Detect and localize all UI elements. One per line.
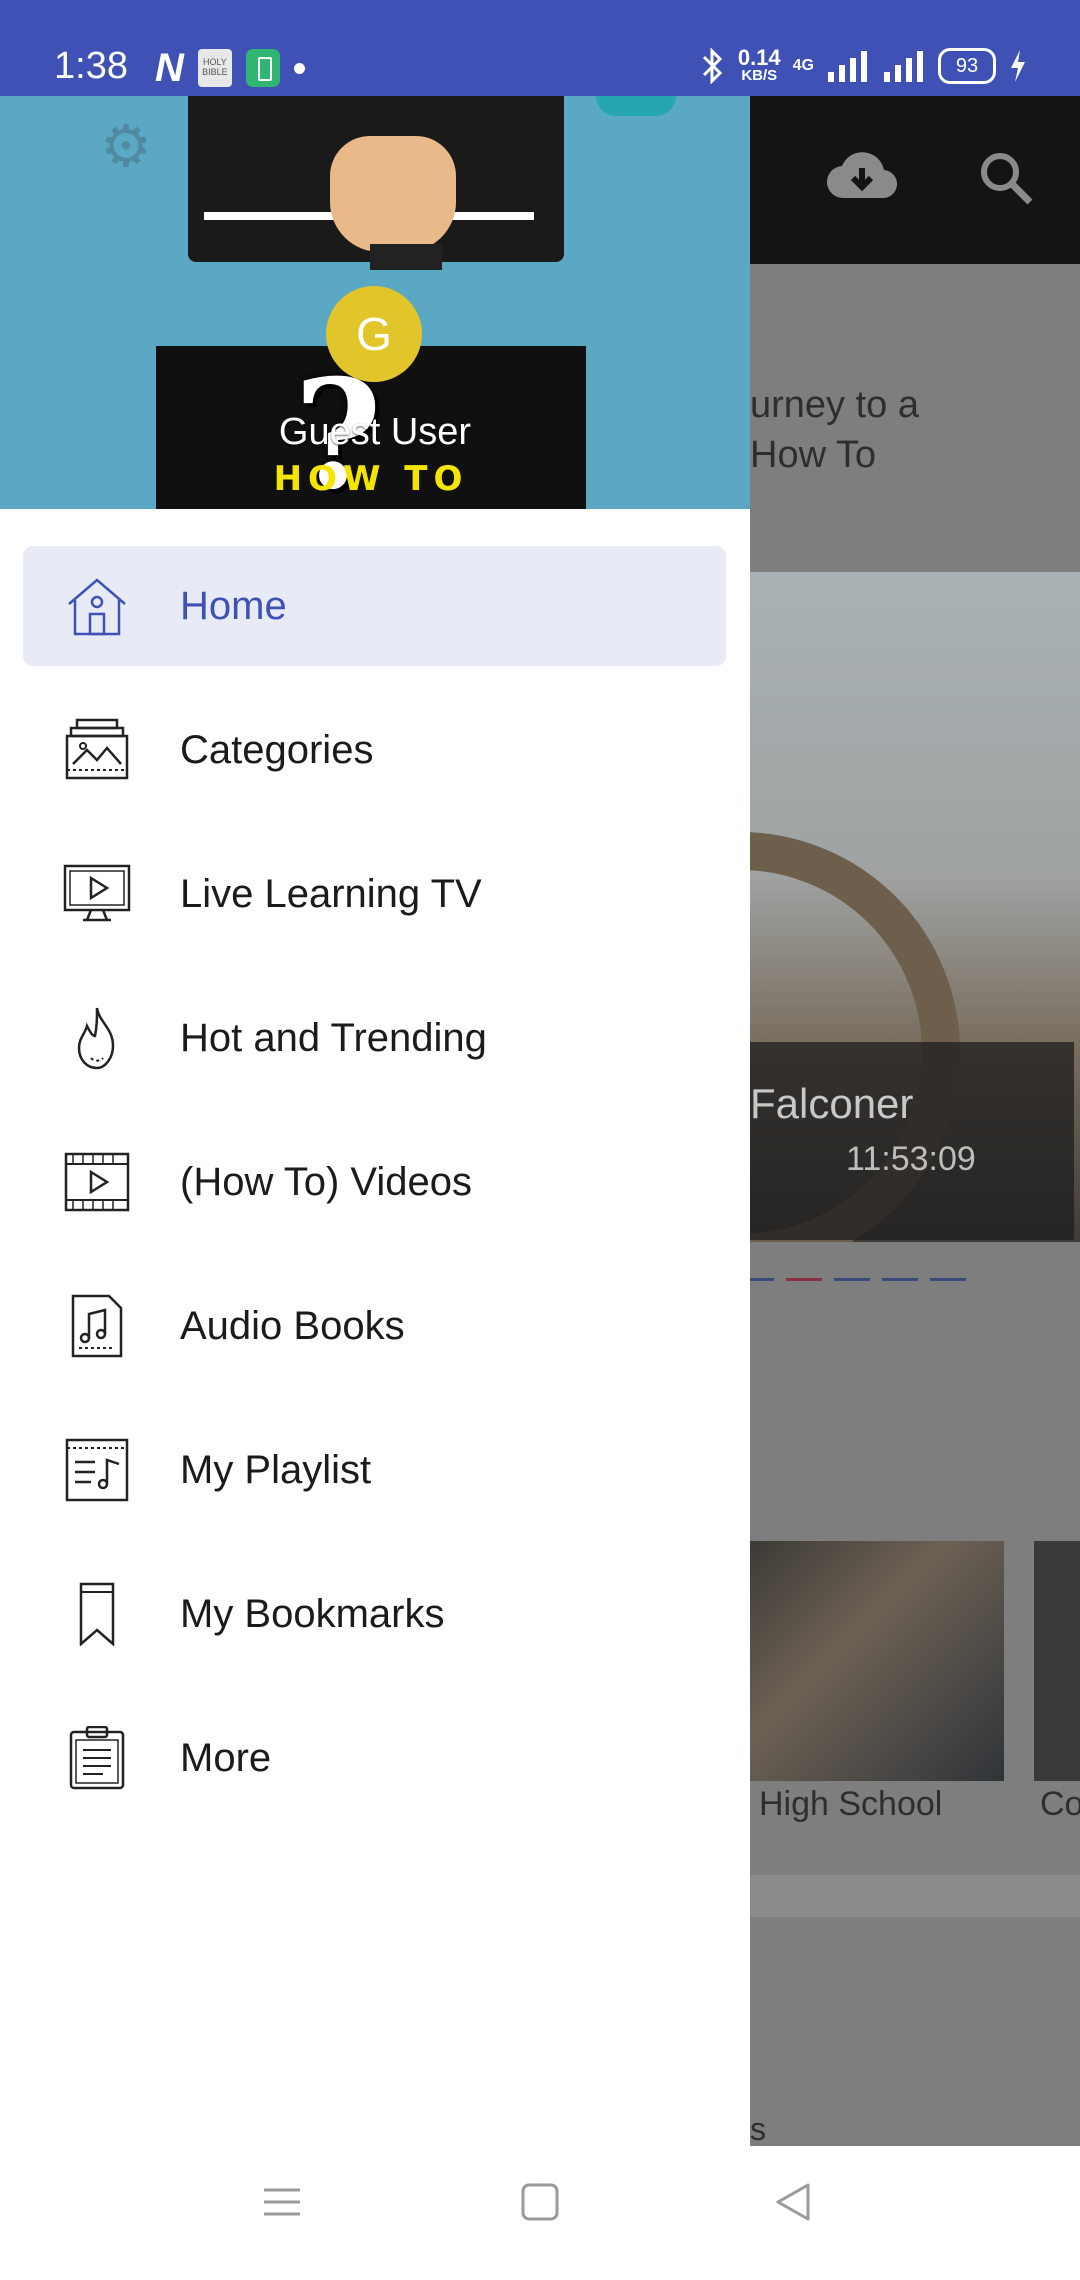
intro-text-line1: urney to a [750, 384, 919, 426]
intro-text-line2: How To [750, 434, 877, 476]
menu-item-label: More [180, 1736, 272, 1780]
pager-dot [834, 1278, 870, 1281]
search-icon[interactable] [978, 150, 1034, 206]
menu-item-live-learning-tv[interactable]: Live Learning TV [23, 834, 726, 954]
signal-icon [828, 51, 867, 82]
hand-illustration-cuff [370, 244, 442, 270]
category-thumbnail[interactable] [750, 1541, 1004, 1781]
menu-item-label: My Bookmarks [180, 1592, 445, 1636]
pager-dot [750, 1278, 774, 1281]
menu-item-home[interactable]: Home [23, 546, 726, 666]
section-divider [750, 1875, 1080, 1917]
battery-app-icon [245, 49, 280, 87]
menu-item-label: Live Learning TV [180, 872, 482, 916]
section-label: s [750, 2112, 766, 2146]
playlist-icon [65, 1438, 129, 1502]
gear-icon: ⚙ [100, 114, 152, 179]
bookmark-icon [79, 1582, 115, 1646]
holy-bible-icon: HOLY BIBLE [197, 49, 232, 87]
menu-item-audio-books[interactable]: Audio Books [23, 1266, 726, 1386]
back-nav-icon[interactable] [774, 2182, 814, 2222]
n-app-icon: N [155, 46, 184, 90]
home-icon [68, 578, 126, 636]
logo-text: HOW TO [273, 459, 469, 499]
bluetooth-icon [702, 48, 722, 84]
cloud-download-icon[interactable] [826, 150, 898, 202]
category-thumbnail[interactable] [1034, 1541, 1080, 1781]
network-speed: 0.14 KB/S [738, 47, 781, 84]
speech-bubble-illustration [596, 96, 676, 116]
menu-item-my-playlist[interactable]: My Playlist [23, 1410, 726, 1530]
menu-item-label: Hot and Trending [180, 1016, 487, 1060]
film-icon [64, 1152, 130, 1212]
speed-unit: KB/S [741, 67, 778, 84]
signal-icon [884, 51, 923, 82]
menu-nav-icon[interactable] [262, 2182, 302, 2222]
category-label: Co [1040, 1785, 1080, 1823]
clipboard-icon [69, 1726, 125, 1790]
banner-title: Falconer [750, 1080, 914, 1127]
menu-item-categories[interactable]: Categories [23, 690, 726, 810]
app-toolbar [750, 96, 1080, 264]
menu-item-how-to-videos[interactable]: (How To) Videos [23, 1122, 726, 1242]
pager-dot [882, 1278, 918, 1281]
system-icons: 0.14 KB/S 4G 93 [700, 44, 1028, 88]
system-nav-bar [0, 2146, 1080, 2280]
user-name: Guest User [278, 411, 472, 453]
charging-icon [1011, 50, 1025, 82]
flame-icon [77, 1007, 115, 1070]
network-type: 4G [792, 57, 814, 74]
pager-dot [786, 1278, 822, 1281]
menu-item-label: Audio Books [180, 1304, 405, 1348]
menu-item-hot-and-trending[interactable]: Hot and Trending [23, 978, 726, 1098]
navigation-drawer: ⚙ ? HOW TO G Guest User Home Categories … [0, 96, 750, 2146]
tv-play-icon [63, 864, 131, 922]
hand-illustration [330, 136, 456, 252]
menu-item-label: Home [180, 584, 287, 628]
banner-caption: Falconer 11:53:09 [750, 1042, 1074, 1240]
banner-duration: 11:53:09 [846, 1140, 976, 1178]
status-time: 1:38 [54, 45, 128, 87]
status-bar: 1:38 N HOLY BIBLE 0.14 KB/S 4G 93 [0, 0, 1080, 96]
drawer-header: ⚙ ? HOW TO G Guest User [0, 96, 750, 509]
menu-item-label: Categories [180, 728, 374, 772]
notification-icons: N HOLY BIBLE [155, 48, 305, 88]
avatar[interactable]: G [326, 286, 422, 382]
home-nav-icon[interactable] [520, 2182, 560, 2222]
menu-item-label: My Playlist [180, 1448, 372, 1492]
battery-indicator: 93 [938, 48, 996, 84]
category-label: High School [759, 1785, 943, 1823]
menu-item-label: (How To) Videos [180, 1160, 472, 1204]
categories-icon [65, 718, 129, 780]
menu-item-my-bookmarks[interactable]: My Bookmarks [23, 1554, 726, 1674]
pager-dot [930, 1278, 966, 1281]
music-file-icon [71, 1294, 123, 1358]
menu-item-more[interactable]: More [23, 1698, 726, 1818]
notification-dot-icon [293, 62, 305, 74]
banner-pager [750, 1278, 966, 1281]
